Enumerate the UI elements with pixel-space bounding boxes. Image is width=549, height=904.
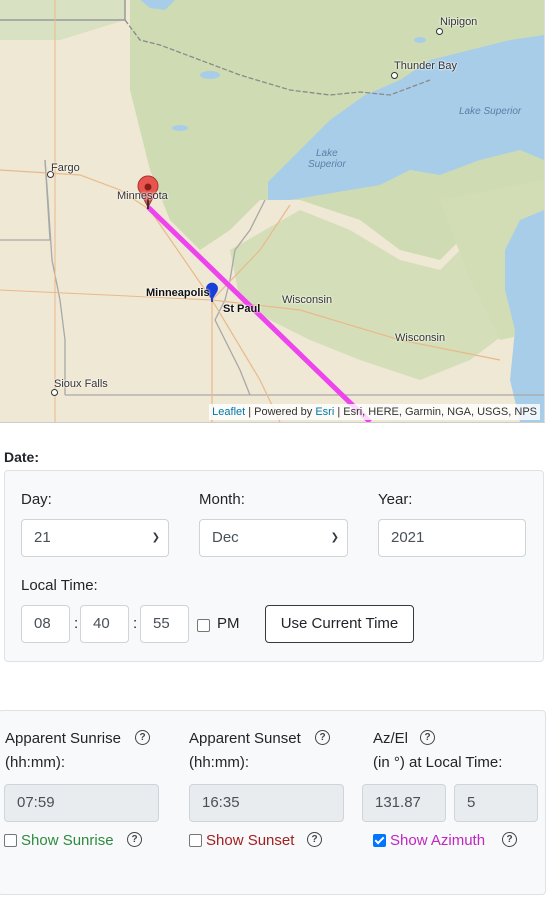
map-attribution: Leaflet | Powered by Esri | Esri, HERE, … [209, 404, 540, 420]
sunset-output: 16:35 [189, 784, 344, 822]
pm-label: PM [217, 615, 240, 632]
show-sunset-checkbox[interactable] [189, 834, 202, 847]
day-label: Day: [21, 491, 52, 508]
place-minnesota: Minnesota [117, 190, 168, 202]
thunder-bay-dot [391, 72, 398, 79]
sunrise-output: 07:59 [4, 784, 159, 822]
leaflet-link[interactable]: Leaflet [212, 406, 245, 418]
show-sunset-label: Show Sunset [206, 832, 295, 849]
place-lake-superior-line2: Superior [308, 159, 346, 170]
place-fargo: Fargo [51, 162, 80, 174]
sunrise-label: Apparent Sunrise [5, 730, 121, 747]
month-select-value: Dec [212, 529, 239, 546]
nipigon-dot [436, 28, 443, 35]
sunset-help-icon[interactable]: ? [315, 730, 330, 745]
month-label: Month: [199, 491, 245, 508]
date-heading: Date: [4, 449, 40, 465]
place-sioux-falls: Sioux Falls [54, 378, 108, 390]
attribution-sources: | Esri, HERE, Garmin, NGA, USGS, NPS [334, 406, 537, 418]
chevron-down-icon: ❯ [330, 532, 339, 543]
place-minneapolis: Minneapolis [146, 287, 210, 299]
second-input[interactable]: 55 [140, 605, 189, 643]
month-select[interactable]: Dec ❯ [199, 519, 348, 557]
place-wisconsin-north: Wisconsin [282, 294, 333, 306]
time-separator: : [74, 615, 79, 632]
azimuth-output: 131.87 [362, 784, 446, 822]
sioux-falls-dot [51, 389, 58, 396]
local-time-label: Local Time: [21, 577, 98, 594]
elevation-output: 5 [454, 784, 538, 822]
place-wisconsin-south: Wisconsin [395, 332, 446, 344]
attribution-powered-by: | Powered by [245, 406, 316, 418]
time-separator: : [133, 615, 138, 632]
azel-unit: (in °) at Local Time: [373, 754, 503, 771]
day-select[interactable]: 21 ❯ [21, 519, 169, 557]
day-select-value: 21 [34, 529, 51, 546]
place-nipigon: Nipigon [440, 16, 478, 28]
date-panel: Day: 21 ❯ Month: Dec ❯ Year: 2021 Local … [4, 470, 544, 662]
minute-input[interactable]: 40 [80, 605, 129, 643]
map-view[interactable]: Nipigon Thunder Bay Lake Superior Lake S… [0, 0, 545, 423]
azel-help-icon[interactable]: ? [420, 730, 435, 745]
place-st-paul: St Paul [223, 303, 261, 315]
show-azimuth-checkbox[interactable] [373, 834, 386, 847]
pm-checkbox[interactable] [197, 619, 210, 632]
sunrise-unit: (hh:mm): [5, 754, 65, 771]
results-panel: Apparent Sunrise ? (hh:mm): 07:59 Show S… [0, 710, 546, 895]
azel-label: Az/El [373, 730, 409, 747]
sunset-label: Apparent Sunset [189, 730, 301, 747]
place-lake-superior-east: Lake Superior [459, 106, 522, 117]
chevron-down-icon: ❯ [151, 532, 160, 543]
use-current-time-button[interactable]: Use Current Time [265, 605, 414, 643]
show-sunrise-label: Show Sunrise [21, 832, 114, 849]
place-lake-superior-line1: Lake [316, 148, 338, 159]
sunrise-help-icon[interactable]: ? [135, 730, 150, 745]
basemap [0, 0, 544, 422]
show-sunrise-help-icon[interactable]: ? [127, 832, 142, 847]
place-thunder-bay: Thunder Bay [394, 60, 457, 72]
hour-input[interactable]: 08 [21, 605, 70, 643]
show-azimuth-help-icon[interactable]: ? [502, 832, 517, 847]
sunset-unit: (hh:mm): [189, 754, 249, 771]
year-input[interactable]: 2021 [378, 519, 526, 557]
show-sunset-help-icon[interactable]: ? [307, 832, 322, 847]
year-label: Year: [378, 491, 413, 508]
show-azimuth-label: Show Azimuth [390, 832, 486, 849]
show-sunrise-checkbox[interactable] [4, 834, 17, 847]
esri-link[interactable]: Esri [315, 406, 334, 418]
